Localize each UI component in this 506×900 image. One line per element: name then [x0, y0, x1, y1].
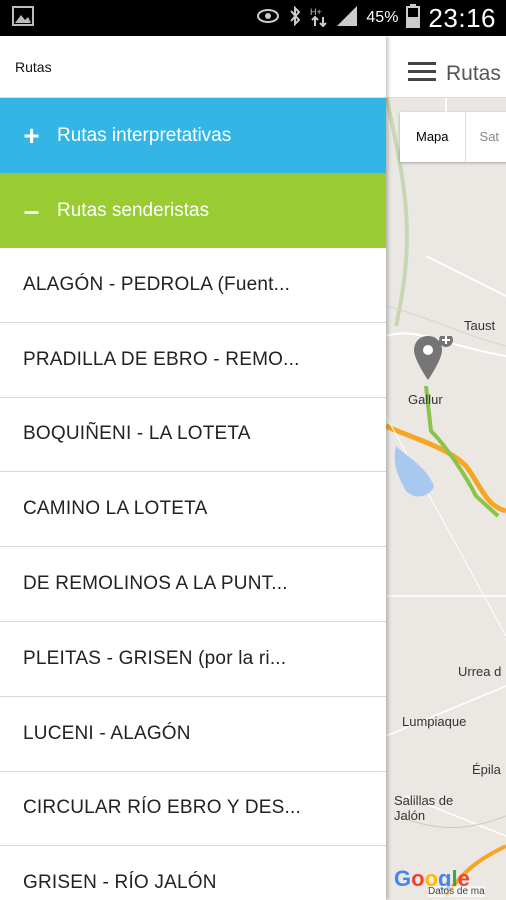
- data-arrows-icon: H+: [310, 5, 328, 32]
- category-label: Rutas senderistas: [57, 199, 210, 221]
- place-label: Salillas de Jalón: [394, 793, 454, 823]
- map-type-satellite-button[interactable]: Sat: [464, 112, 506, 162]
- bluetooth-icon: [288, 5, 302, 31]
- battery-percent: 45%: [366, 9, 399, 26]
- status-bar: H+ 45% 23:16: [0, 0, 506, 36]
- route-item[interactable]: ALAGÓN - PEDROLA (Fuent...: [0, 248, 386, 323]
- map-credit[interactable]: Datos de ma: [428, 886, 485, 897]
- gallery-icon: [12, 6, 34, 31]
- clock: 23:16: [428, 2, 496, 33]
- expand-plus-icon: +: [23, 119, 40, 151]
- category-label: Rutas interpretativas: [57, 124, 232, 146]
- app-toolbar: Rutas: [386, 36, 506, 98]
- drawer-header: Rutas: [0, 36, 386, 98]
- route-item[interactable]: PRADILLA DE EBRO - REMO...: [0, 323, 386, 398]
- route-item[interactable]: PLEITAS - GRISEN (por la ri...: [0, 622, 386, 697]
- svg-text:H+: H+: [310, 7, 322, 17]
- map-type-control: Mapa Sat: [400, 112, 506, 162]
- place-label: Urrea d: [458, 664, 502, 679]
- route-item[interactable]: BOQUIÑENI - LA LOTETA: [0, 398, 386, 473]
- route-item[interactable]: CIRCULAR RÍO EBRO Y DES...: [0, 772, 386, 847]
- category-rutas-interpretativas[interactable]: + Rutas interpretativas: [0, 98, 386, 173]
- hamburger-menu-icon[interactable]: [408, 62, 436, 82]
- route-item[interactable]: GRISEN - RÍO JALÓN: [0, 846, 386, 900]
- eye-icon: [256, 8, 280, 29]
- navigation-drawer: Rutas + Rutas interpretativas – Rutas se…: [0, 36, 386, 900]
- place-label: Lumpiaque: [402, 714, 467, 729]
- map-type-map-button[interactable]: Mapa: [400, 112, 465, 162]
- place-label: Gallur: [408, 392, 443, 407]
- route-item[interactable]: DE REMOLINOS A LA PUNT...: [0, 547, 386, 622]
- place-label: Épila: [472, 762, 501, 777]
- route-item[interactable]: LUCENI - ALAGÓN: [0, 697, 386, 772]
- app-title: Rutas: [446, 62, 501, 85]
- map-view[interactable]: Rutas Mapa Sat Taust Gallur Urrea d Lump…: [386, 36, 506, 900]
- signal-icon: [336, 5, 358, 32]
- route-item[interactable]: CAMINO LA LOTETA: [0, 472, 386, 548]
- place-label: Taust: [464, 318, 496, 333]
- battery-icon: [406, 3, 421, 33]
- collapse-minus-icon: –: [23, 194, 40, 226]
- category-rutas-senderistas[interactable]: – Rutas senderistas: [0, 173, 386, 248]
